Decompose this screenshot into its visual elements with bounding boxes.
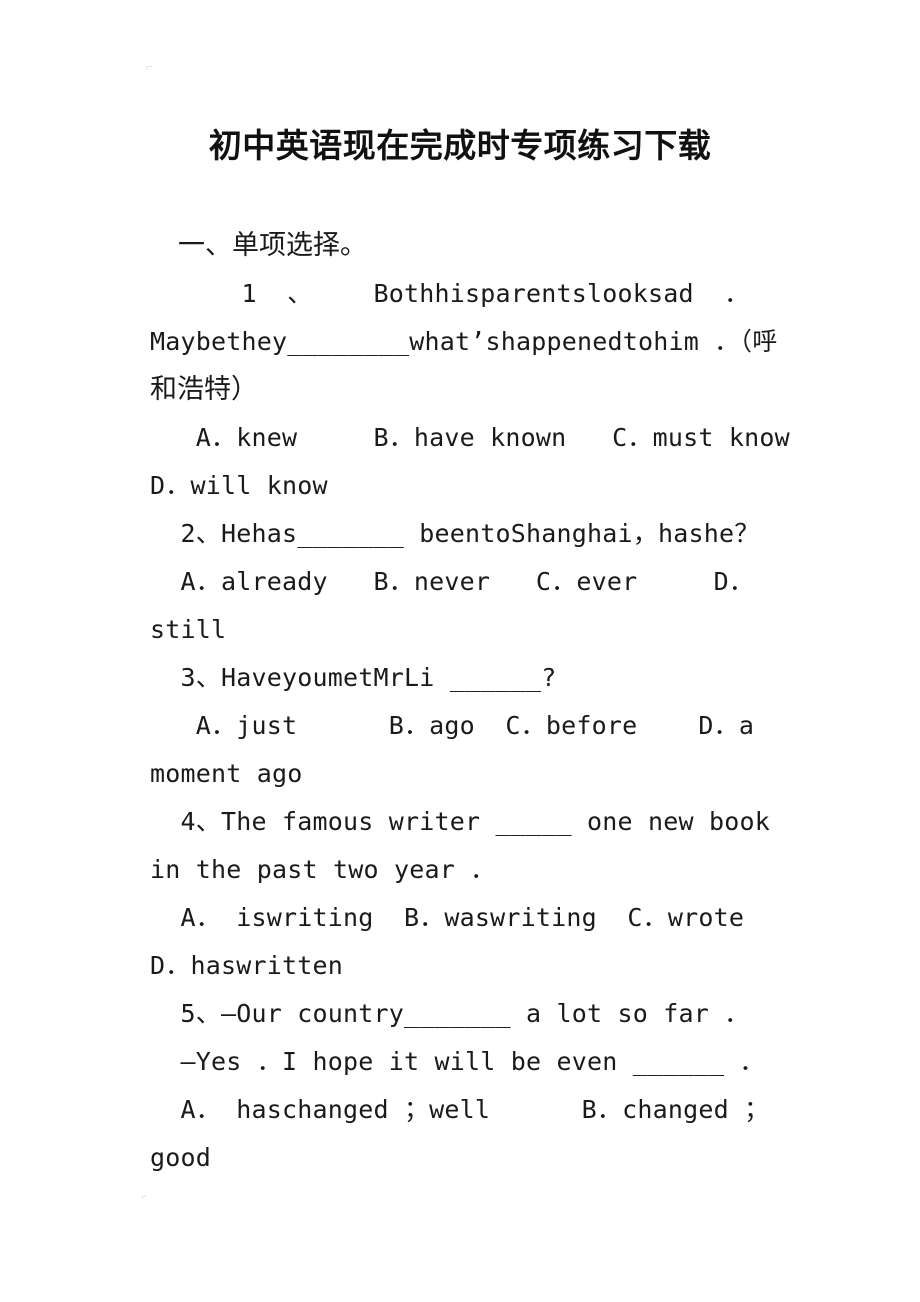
question-3-options-line-1: A．just B．ago C．before D．a [150,711,755,740]
scan-artifact-top-icon: ⌐ [146,61,153,73]
question-1-line-2: Maybethey________what’shappenedtohim ．（呼 [150,327,778,356]
page-title: 初中英语现在完成时专项练习下载 [208,126,712,166]
question-2-options-line-1: A．already B．never C．ever D． [150,567,755,596]
question-1-options-line-1: A．knew B．have known C．must know [150,423,790,452]
question-3-options-line-2: moment ago [150,759,303,788]
document-body: 一、单项选择。 1 、 Bothhisparentslooksad ． Mayb… [150,222,790,1182]
question-3-line-1: 3、HaveyoumetMrLi ______? [150,663,557,692]
document-page: ⌐ 初中英语现在完成时专项练习下载 一、单项选择。 1 、 Bothhispar… [0,0,920,1302]
question-5-options-line-1: A． haschanged ；well B．changed ； [150,1095,770,1124]
question-4-line-1: 4、The famous writer _____ one new book [150,807,770,836]
question-4-line-2: in the past two year ． [150,855,496,884]
question-4-options-line-2: D．haswritten [150,951,343,980]
question-5-options-line-2: good [150,1143,212,1172]
question-5-line-1: 5、—Our country_______ a lot so far ． [150,999,750,1028]
question-5-line-2: —Yes ．I hope it will be even ______ ． [150,1047,765,1076]
question-1-options-line-2: D．will know [150,471,328,500]
section-heading: 一、单项选择。 [178,230,367,261]
question-2-options-line-2: still [150,615,227,644]
question-2-line-1: 2、Hehas_______ beentoShanghai，hashe？ [150,519,760,548]
question-1-line-1: 1 、 Bothhisparentslooksad ． [150,279,750,308]
question-1-line-3: 和浩特） [150,374,258,405]
scan-artifact-bottom-icon: ⌐ [140,1190,149,1204]
question-4-options-line-1: A． iswriting B．waswriting C．wrote [150,903,745,932]
